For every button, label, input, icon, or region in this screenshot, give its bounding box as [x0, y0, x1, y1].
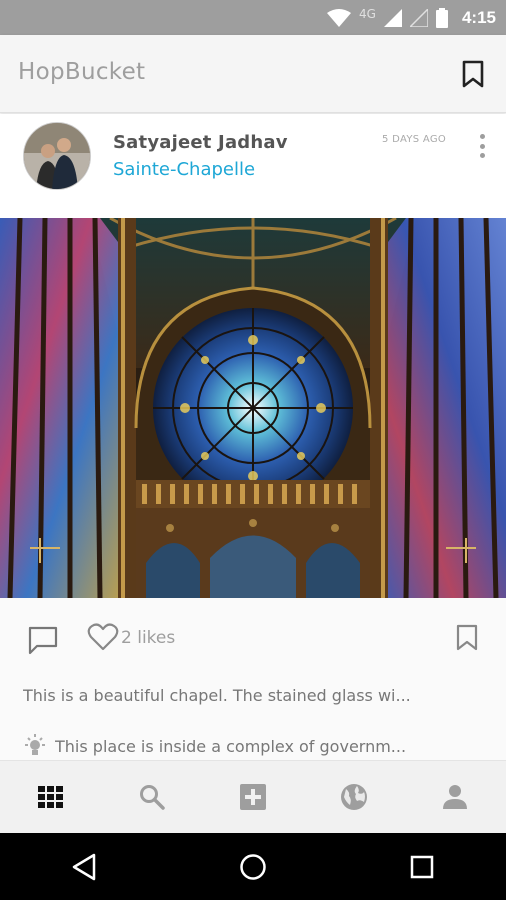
back-triangle-icon [73, 853, 96, 880]
avatar[interactable] [23, 122, 91, 190]
recents-button[interactable] [402, 847, 442, 887]
comment-icon[interactable] [27, 625, 59, 655]
nav-profile[interactable] [435, 777, 475, 817]
post-caption[interactable]: This is a beautiful chapel. The stained … [23, 686, 491, 705]
person-icon [443, 785, 468, 809]
home-button[interactable] [233, 847, 273, 887]
globe-icon [341, 784, 368, 810]
signal-icon [383, 8, 402, 27]
search-icon [139, 785, 165, 810]
tip-text: This place is inside a complex of govern… [55, 736, 407, 756]
network-type: 4G [359, 6, 376, 21]
nav-feed[interactable] [31, 777, 71, 817]
add-box-icon [239, 784, 266, 810]
grid-icon [37, 786, 63, 808]
status-bar: 4G 4:15 [0, 0, 506, 35]
app-title: HopBucket [18, 59, 146, 85]
post-photo[interactable] [0, 218, 506, 598]
save-bookmark-icon[interactable] [455, 624, 479, 652]
status-icons: 4G 4:15 [327, 0, 496, 35]
signal-empty-icon [409, 8, 428, 27]
nav-add[interactable] [233, 777, 273, 817]
app-bar: HopBucket [0, 35, 506, 113]
place-link[interactable]: Sainte-Chapelle [113, 159, 255, 180]
wifi-icon [327, 8, 352, 27]
author-name[interactable]: Satyajeet Jadhav [113, 132, 288, 153]
home-circle-icon [240, 853, 266, 880]
heart-outline-icon[interactable] [87, 622, 119, 652]
nav-explore[interactable] [334, 777, 374, 817]
bottom-navigation [0, 760, 506, 833]
clock: 4:15 [461, 7, 496, 27]
lightbulb-icon [25, 734, 45, 755]
back-button[interactable] [64, 847, 104, 887]
recents-square-icon [410, 855, 433, 878]
battery-icon [435, 7, 448, 28]
system-navigation [0, 833, 506, 900]
more-options-icon[interactable] [472, 132, 492, 160]
post-timestamp: 5 DAYS AGO [382, 134, 447, 145]
post-header: Satyajeet Jadhav Sainte-Chapelle 5 DAYS … [0, 114, 506, 218]
likes-count[interactable]: 2 likes [121, 628, 175, 648]
post-actions: 2 likes [0, 598, 506, 678]
post-tip[interactable]: This place is inside a complex of govern… [23, 732, 493, 760]
nav-search[interactable] [132, 777, 172, 817]
bookmark-icon[interactable] [460, 59, 486, 89]
